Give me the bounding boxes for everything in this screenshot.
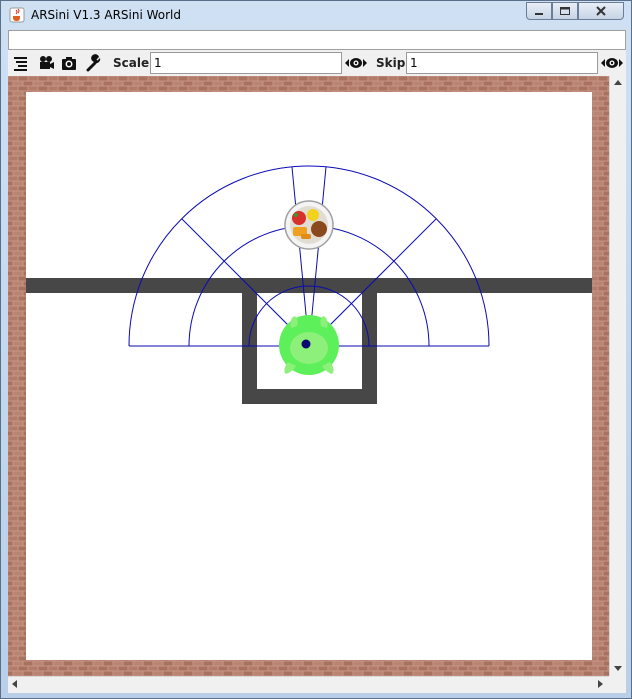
scroll-right-icon[interactable] [598,680,603,688]
skip-label: Skip: [376,56,411,70]
menu-bar [8,30,626,50]
room-left-wall [242,290,257,404]
title-bar[interactable]: ARSini V1.3 ARSini World [1,1,631,29]
agent-creature [279,315,339,375]
close-button[interactable] [578,2,624,20]
room-right-wall [362,290,377,404]
scale-label: Scale: [113,56,154,70]
window-title: ARSini V1.3 ARSini World [31,8,181,22]
maximize-icon [560,7,570,15]
minimize-icon [535,13,543,15]
scale-input[interactable] [150,52,342,74]
camera-icon[interactable] [60,54,78,72]
vertical-scrollbar[interactable] [609,76,626,676]
room-bottom-wall [242,389,377,404]
scroll-left-icon[interactable] [12,680,17,688]
video-camera-icon[interactable] [37,54,55,72]
eye-arrows-icon[interactable] [344,54,368,72]
client-area: Scale: Skip: [8,30,626,693]
scroll-down-icon[interactable] [614,666,622,671]
scroll-up-icon[interactable] [614,80,622,85]
horizontal-scrollbar[interactable] [8,676,609,693]
minimize-button[interactable] [526,2,552,20]
world-floor [26,92,592,660]
skip-input[interactable] [406,52,598,74]
scroll-corner [609,676,626,693]
close-icon [596,6,606,16]
world-canvas[interactable] [8,76,609,676]
java-cup-icon [9,7,25,23]
app-window: ARSini V1.3 ARSini World Scale: 1 Skip: … [0,0,632,699]
wrench-icon[interactable] [85,54,103,72]
list-icon[interactable] [12,54,30,72]
food-plate [284,200,334,250]
toolbar: Scale: Skip: [8,50,626,76]
eye-arrows-icon[interactable] [600,54,624,72]
maximize-button[interactable] [552,2,578,20]
